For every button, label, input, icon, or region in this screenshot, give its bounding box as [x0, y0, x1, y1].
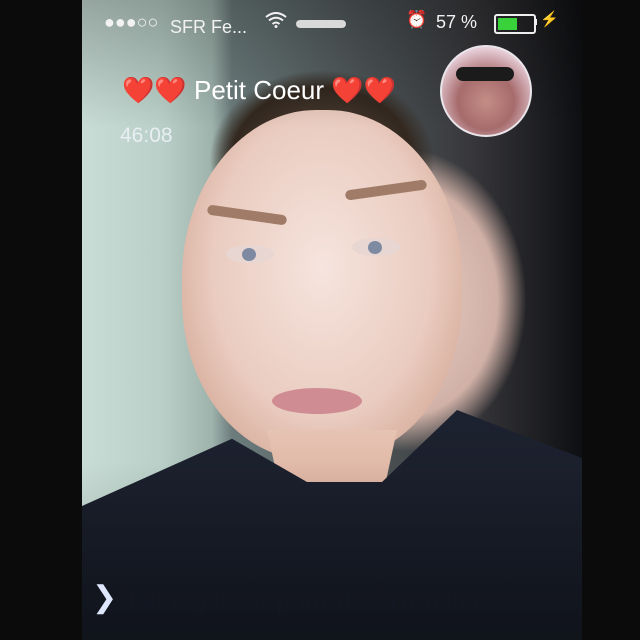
- battery-percentage: 57 %: [436, 12, 478, 32]
- wifi-icon: [265, 12, 287, 33]
- right-eye: [352, 238, 400, 256]
- alarm-icon: ⏰: [406, 10, 428, 29]
- carrier-name: SFR Fe...: [170, 17, 248, 37]
- elapsed-time: 46:08: [120, 124, 173, 147]
- chevron-right-icon: ❯: [92, 581, 118, 614]
- slide-to-unlock[interactable]: ❯ Faire glisser pour déverrouiller: [92, 581, 572, 626]
- camera-notch: [296, 20, 346, 28]
- battery-icon: [494, 14, 536, 34]
- hearts-left: ❤️❤️: [122, 75, 187, 105]
- signal-strength: ●●●○○: [104, 12, 159, 32]
- song-title: Petit Coeur: [193, 75, 325, 105]
- mouth: [272, 388, 362, 414]
- battery-tip: [534, 19, 537, 25]
- charging-bolt-icon: ⚡: [540, 11, 559, 28]
- sunglasses: [456, 67, 514, 81]
- unlock-label: Faire glisser pour déverrouiller: [128, 588, 482, 615]
- battery-fill: [498, 18, 518, 30]
- left-eye: [226, 245, 274, 263]
- hearts-right: ❤️❤️: [331, 75, 397, 105]
- now-playing-title: ❤️❤️ Petit Coeur ❤️❤️: [122, 75, 396, 106]
- status-bar: ●●●○○ SFR Fe... ⏰ 57 % ⚡: [100, 8, 560, 37]
- album-art[interactable]: [440, 45, 532, 137]
